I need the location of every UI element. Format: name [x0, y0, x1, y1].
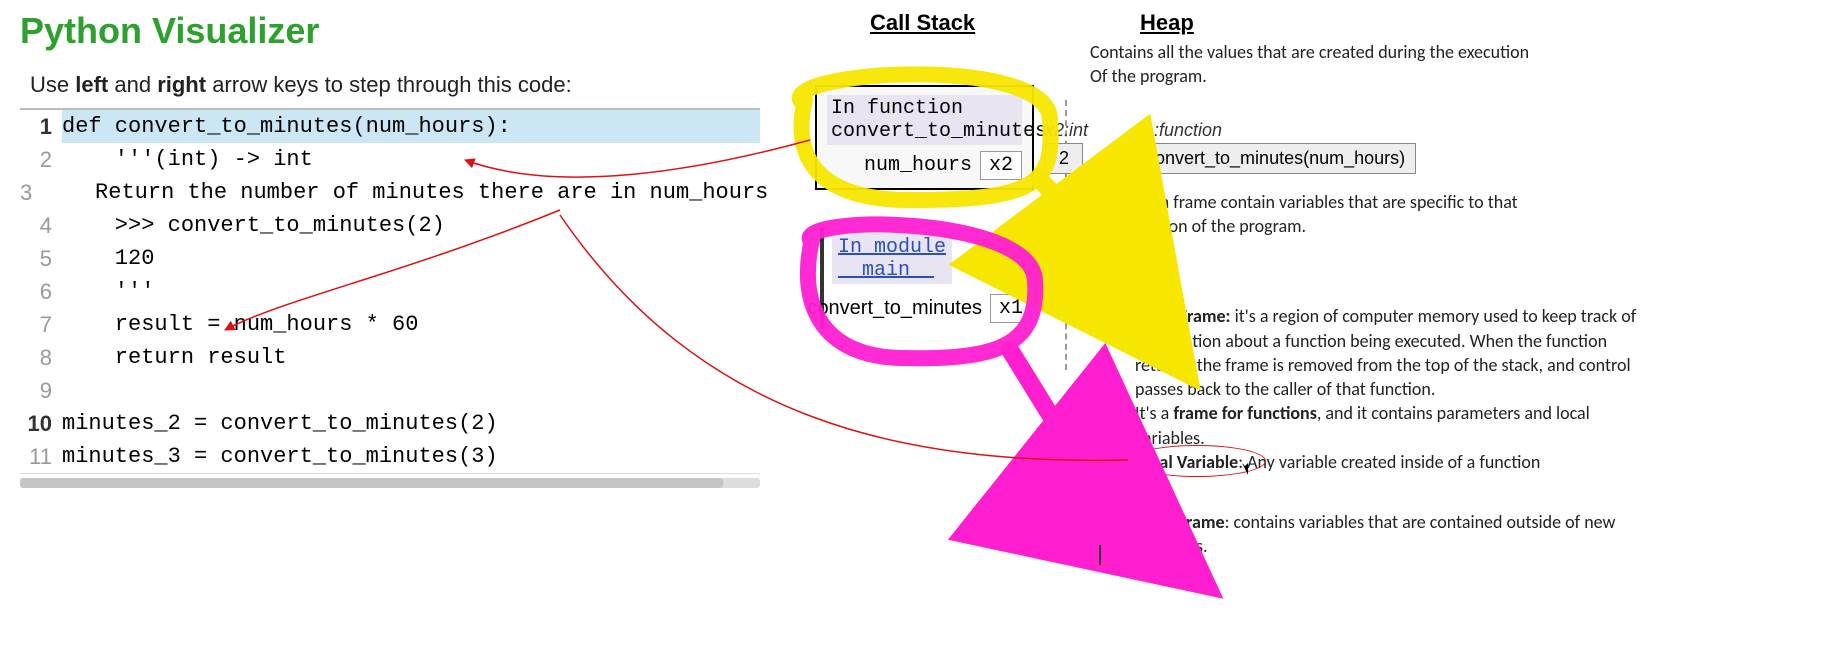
code-text: ''' [62, 275, 760, 308]
code-line-5: 5 120 [20, 242, 760, 275]
code-line-1: 1 def convert_to_minutes(num_hours): [20, 110, 760, 143]
instr-right: right [157, 72, 206, 97]
local-variable-circle-annotation [1128, 445, 1266, 477]
variable-ref: x2 [980, 151, 1022, 180]
line-number: 8 [20, 341, 62, 374]
heap-heading: Heap [1140, 10, 1194, 36]
code-line-2: 2 '''(int) -> int [20, 143, 760, 176]
frame-title-line: In function [831, 97, 1018, 120]
code-line-9: 9 [20, 374, 760, 407]
stack-frame-title: In function convert_to_minutes [827, 95, 1022, 145]
heap-x2-box: 2 [1045, 143, 1083, 174]
code-line-3: 3 Return the number of minutes there are… [20, 176, 760, 209]
code-text [62, 374, 760, 407]
code-text: return result [62, 341, 760, 374]
stack-frame-term: Stack Frame: [1135, 305, 1231, 327]
module-title: In module __main__ [832, 234, 952, 284]
line-number: 11 [20, 440, 62, 473]
code-block: 1 def convert_to_minutes(num_hours): 2 '… [20, 108, 760, 474]
heap-x2-label: x2:int [1045, 120, 1088, 141]
heap-x1-box: convert_to_minutes(num_hours) [1135, 143, 1416, 174]
stack-frame-paragraph: Stack Frame: it's a region of computer m… [1135, 280, 1650, 450]
line-number: 10 [20, 407, 62, 440]
stack-frame-function: In function convert_to_minutes num_hours… [815, 85, 1034, 190]
code-line-8: 8 return result [20, 341, 760, 374]
frame-title-line: convert_to_minutes [831, 120, 1018, 143]
line-number: 2 [20, 143, 62, 176]
code-text: '''(int) -> int [62, 143, 760, 176]
line-number: 3 [20, 176, 42, 209]
line-number: 9 [20, 374, 62, 407]
stack-frame-bold2: frame for functions [1173, 402, 1317, 424]
heap-desc-each-frame: Each frame contain variables that are sp… [1135, 190, 1565, 239]
code-line-6: 6 ''' [20, 275, 760, 308]
local-variable-body: : Any variable created inside of a funct… [1238, 451, 1540, 473]
line-number: 5 [20, 242, 62, 275]
main-frame-term: Main Frame [1135, 511, 1225, 533]
code-text: minutes_3 = convert_to_minutes(3) [62, 440, 760, 473]
variable-row: convert_to_minutes x1 [832, 294, 1032, 323]
instr-left: left [75, 72, 108, 97]
heap-desc-top: Contains all the values that are created… [1090, 40, 1610, 89]
instr-mid: and [108, 72, 157, 97]
variable-name: convert_to_minutes [807, 297, 982, 320]
variable-row: num_hours x2 [827, 151, 1022, 180]
code-text: 120 [62, 242, 760, 275]
code-text: minutes_2 = convert_to_minutes(2) [62, 407, 760, 440]
line-number: 6 [20, 275, 62, 308]
horizontal-scrollbar[interactable] [20, 478, 760, 488]
variable-name: num_hours [864, 154, 972, 177]
callstack-heading: Call Stack [870, 10, 975, 36]
heap-x1-label: x1:function [1135, 120, 1222, 141]
line-number: 7 [20, 308, 62, 341]
module-title-line: __main__ [838, 259, 946, 282]
instr-pre: Use [30, 72, 75, 97]
code-text: Return the number of minutes there are i… [42, 176, 768, 209]
code-text: result = num_hours * 60 [62, 308, 760, 341]
stack-frame-module: In module __main__ convert_to_minutes x1 [820, 228, 1040, 329]
main-frame-paragraph: Main Frame: contains variables that are … [1135, 510, 1635, 559]
variable-ref: x1 [990, 294, 1032, 323]
scrollbar-thumb[interactable] [20, 478, 723, 488]
code-text: def convert_to_minutes(num_hours): [62, 110, 760, 143]
line-number: 4 [20, 209, 62, 242]
line-number: 1 [20, 110, 62, 143]
code-line-11: 11 minutes_3 = convert_to_minutes(3) [20, 440, 760, 473]
code-text: >>> convert_to_minutes(2) [62, 209, 760, 242]
module-title-line: In module [838, 236, 946, 259]
instr-post: arrow keys to step through this code: [206, 72, 572, 97]
code-line-10: 10 minutes_2 = convert_to_minutes(2) [20, 407, 760, 440]
code-line-7: 7 result = num_hours * 60 [20, 308, 760, 341]
code-line-4: 4 >>> convert_to_minutes(2) [20, 209, 760, 242]
